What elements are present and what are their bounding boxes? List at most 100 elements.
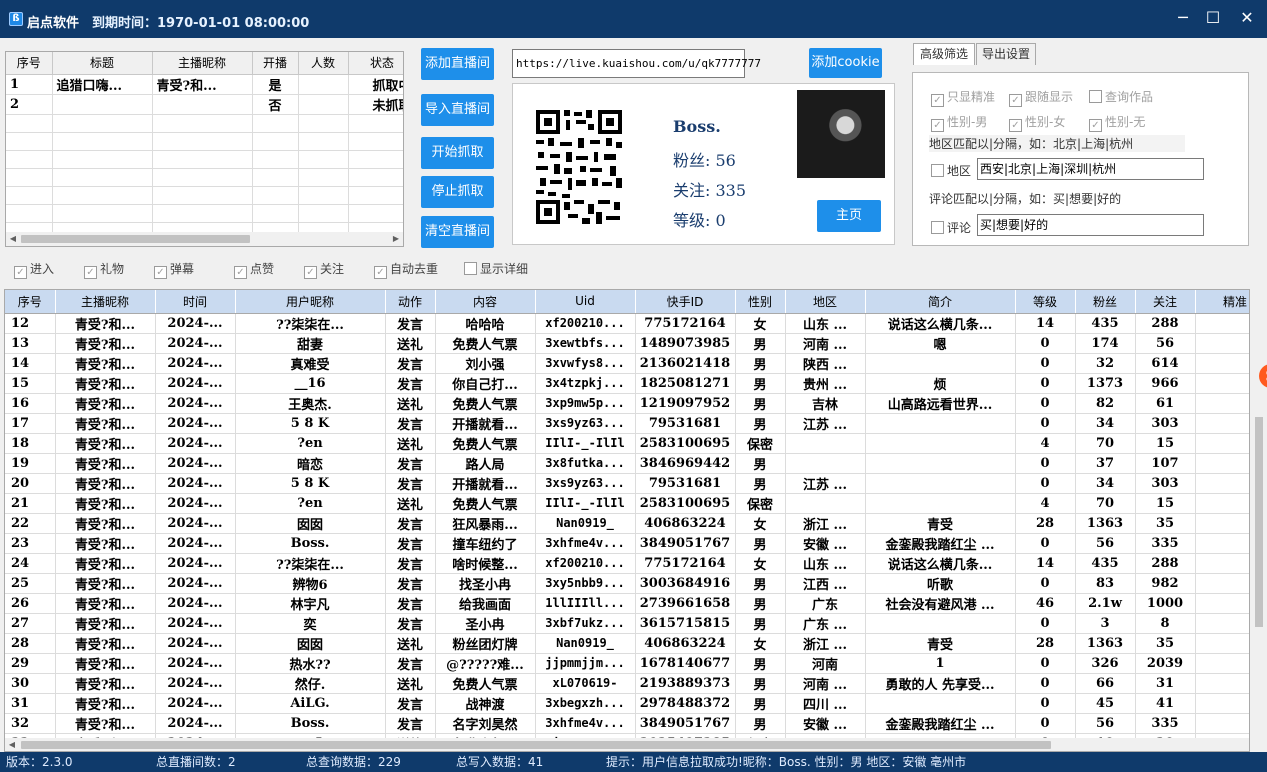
table-cell: 21 xyxy=(5,493,56,514)
table-cell xyxy=(298,132,349,151)
table-cell: 囡囡 xyxy=(235,513,386,534)
table-row[interactable]: 27 青受?和... 2024-... 奕发言 圣小冉 3xbf7ukz... 361571… xyxy=(5,613,1249,634)
minimize-icon[interactable]: ─ xyxy=(1173,8,1193,28)
table-row[interactable]: 24 青受?和... 2024-... ??柒柒在... 发言 啥时候整... xf2002… xyxy=(5,553,1249,574)
column-header[interactable]: 序号 xyxy=(5,290,56,314)
like-checkbox[interactable]: ✓ 点赞 xyxy=(234,262,274,279)
query-works-checkbox[interactable]: 查询作品 xyxy=(1089,90,1153,104)
column-header[interactable]: 主播昵称 xyxy=(152,52,253,75)
import-stream-button[interactable]: 导入直播间 xyxy=(421,94,494,126)
clear-stream-button[interactable]: 清空直播间 xyxy=(421,216,494,248)
comment-checkbox[interactable]: 评论 xyxy=(931,221,971,235)
table-cell: 2024-... xyxy=(155,513,236,534)
tab-export-settings[interactable]: 导出设置 xyxy=(976,43,1036,65)
scroll-thumb[interactable] xyxy=(1255,417,1263,627)
table-row[interactable]: 26 青受?和... 2024-... 林宇凡 发言 给我画面 1llIIIll... 273… xyxy=(5,593,1249,614)
table-row[interactable]: 32 青受?和... 2024-... Boss. 发言 名字刘昊然 3xhfme4v...… xyxy=(5,713,1249,734)
message-grid-hscrollbar[interactable]: ◀ xyxy=(5,738,1249,751)
table-row[interactable]: 15 青受?和... 2024-... __16 发言 你自己打... 3x4tzpkj..… xyxy=(5,373,1249,394)
follow-display-checkbox[interactable]: ✓ 跟随显示 xyxy=(1009,90,1073,107)
table-row[interactable]: 1追猎口嗨...青受?和...是 抓取中 xyxy=(6,74,403,95)
table-row[interactable]: 14 青受?和... 2024-... 真难受 发言 刘小强 3xvwfys8... 2136… xyxy=(5,353,1249,374)
column-header[interactable]: 序号 xyxy=(6,52,53,75)
show-detail-checkbox[interactable]: 显示详细 xyxy=(464,262,528,276)
scroll-left-icon[interactable]: ◀ xyxy=(5,738,19,751)
scroll-right-icon[interactable]: ▶ xyxy=(389,232,403,246)
enter-checkbox[interactable]: ✓ 进入 xyxy=(14,262,54,279)
table-row[interactable]: 28 青受?和... 2024-... 囡囡 送礼 粉丝团灯牌 Nan0919_ 406863… xyxy=(5,633,1249,654)
table-cell: 青受?和... xyxy=(55,453,156,474)
column-header[interactable]: 标题 xyxy=(52,52,153,75)
table-cell: 3xs9yz63... xyxy=(535,473,636,494)
table-row[interactable]: 13 青受?和... 2024-... 甜妻 送礼 免费人气票 3xewtbfs... 148… xyxy=(5,333,1249,354)
message-grid[interactable]: 序号 主播昵称 时间 用户昵称 动作 内容 Uid 快手ID 性别 地区 简介 等级 粉丝 关注 精准 12… xyxy=(4,289,1250,752)
table-row[interactable]: 25 青受?和... 2024-... 辨物6 发言 找圣小冉 3xy5nbb9... 300… xyxy=(5,573,1249,594)
column-header[interactable]: 内容 xyxy=(435,290,536,314)
column-header[interactable]: 粉丝 xyxy=(1075,290,1136,314)
danmaku-checkbox[interactable]: ✓ 弹幕 xyxy=(154,262,194,279)
stop-capture-button[interactable]: 停止抓取 xyxy=(421,176,494,208)
show-detail-label: 显示详细 xyxy=(480,262,529,276)
column-header[interactable]: 性别 xyxy=(735,290,786,314)
gender-male-checkbox[interactable]: ✓ 性别-男 xyxy=(931,115,987,132)
table-cell: 青受?和... xyxy=(55,613,156,634)
column-header[interactable]: 关注 xyxy=(1135,290,1196,314)
maximize-icon[interactable]: ☐ xyxy=(1203,8,1223,28)
table-cell: 吉林 xyxy=(785,393,866,414)
comment-input[interactable]: 买|想要|好的 xyxy=(977,214,1204,236)
add-cookie-button[interactable]: 添加cookie xyxy=(809,48,882,78)
add-stream-button[interactable]: 添加直播间 xyxy=(421,48,494,80)
table-cell xyxy=(1195,593,1249,614)
table-row[interactable]: 17 青受?和... 2024-... 5 8 K 发言 开播就看... 3xs9yz63.… xyxy=(5,413,1249,434)
start-capture-button[interactable]: 开始抓取 xyxy=(421,137,494,169)
gender-female-checkbox[interactable]: ✓ 性别-女 xyxy=(1009,115,1065,132)
table-cell: 陕西 ... xyxy=(785,353,866,374)
region-checkbox[interactable]: 地区 xyxy=(931,164,971,178)
column-header[interactable]: 简介 xyxy=(865,290,1016,314)
table-row[interactable]: 23 青受?和... 2024-... Boss. 发言 撞车纽约了 3xhfme4v...… xyxy=(5,533,1249,554)
table-row[interactable]: 22 青受?和... 2024-... 囡囡 发言 狂风暴雨... Nan0919_ 4068… xyxy=(5,513,1249,534)
column-header[interactable]: 动作 xyxy=(385,290,436,314)
auto-dedup-checkbox[interactable]: ✓ 自动去重 xyxy=(374,262,438,279)
table-cell xyxy=(6,186,53,205)
gender-none-checkbox[interactable]: ✓ 性别-无 xyxy=(1089,115,1145,132)
column-header[interactable]: 开播 xyxy=(252,52,299,75)
table-cell: 保密 xyxy=(735,493,786,514)
url-input[interactable]: https://live.kuaishou.com/u/qk7777777 xyxy=(512,49,761,78)
table-row[interactable]: 30 青受?和... 2024-... 然仔. 送礼 免费人气票 xL070619- 2193… xyxy=(5,673,1249,694)
table-row[interactable]: 12 青受?和... 2024-... ??柒柒在... 发言 哈哈哈 xf200210..… xyxy=(5,313,1249,334)
follow-checkbox[interactable]: ✓ 关注 xyxy=(304,262,344,279)
column-header[interactable]: Uid xyxy=(535,290,636,314)
table-row[interactable]: 16 青受?和... 2024-... 王奥杰. 送礼 免费人气票 3xp9mw5p... 1… xyxy=(5,393,1249,414)
column-header[interactable]: 等级 xyxy=(1015,290,1076,314)
column-header[interactable]: 人数 xyxy=(298,52,349,75)
column-header[interactable]: 快手ID xyxy=(635,290,736,314)
stream-room-grid[interactable]: 序号标题主播昵称开播人数状态 1追猎口嗨...青受?和...是抓取中2否未抓取 … xyxy=(5,51,404,247)
table-row[interactable]: 29 青受?和... 2024-... 热水?? 发言 @?????难... jjpmmjj… xyxy=(5,653,1249,674)
table-row[interactable]: 19 青受?和... 2024-... 暗恋 发言 路人局 3x8futka... 38469… xyxy=(5,453,1249,474)
table-cell xyxy=(1195,573,1249,594)
message-grid-vscrollbar[interactable] xyxy=(1250,289,1267,752)
table-row[interactable]: 31 青受?和... 2024-... AiLG. 发言 战神渡 3xbegxzh... 29… xyxy=(5,693,1249,714)
only-precise-checkbox[interactable]: ✓ 只显精准 xyxy=(931,90,995,107)
column-header[interactable]: 状态 xyxy=(348,52,403,75)
column-header[interactable]: 主播昵称 xyxy=(55,290,156,314)
homepage-button[interactable]: 主页 xyxy=(817,200,881,232)
column-header[interactable]: 时间 xyxy=(155,290,236,314)
region-input[interactable]: 西安|北京|上海|深圳|杭州 xyxy=(977,158,1204,180)
scroll-thumb[interactable] xyxy=(21,235,250,243)
scroll-thumb[interactable] xyxy=(21,741,1051,749)
table-row[interactable]: 20 青受?和... 2024-... 5 8 K 发言 开播就看... 3xs9yz63.… xyxy=(5,473,1249,494)
table-row[interactable]: 2 否 未抓取 xyxy=(6,94,403,115)
column-header[interactable]: 地区 xyxy=(785,290,866,314)
gift-checkbox[interactable]: ✓ 礼物 xyxy=(84,262,124,279)
table-cell xyxy=(252,114,299,133)
scroll-left-icon[interactable]: ◀ xyxy=(6,232,20,246)
column-header[interactable]: 用户昵称 xyxy=(235,290,386,314)
table-row[interactable]: 21 青受?和... 2024-... ?en 送礼 免费人气票 IIlI-_-IlIl 25… xyxy=(5,493,1249,514)
table-row[interactable]: 18 青受?和... 2024-... ?en 送礼 免费人气票 IIlI-_-IlIl 25… xyxy=(5,433,1249,454)
column-header[interactable]: 精准 xyxy=(1195,290,1249,314)
tab-advanced-filter[interactable]: 高级筛选 xyxy=(913,43,975,65)
close-icon[interactable]: ✕ xyxy=(1237,8,1257,28)
stream-grid-hscrollbar[interactable]: ◀ ▶ xyxy=(6,232,403,246)
